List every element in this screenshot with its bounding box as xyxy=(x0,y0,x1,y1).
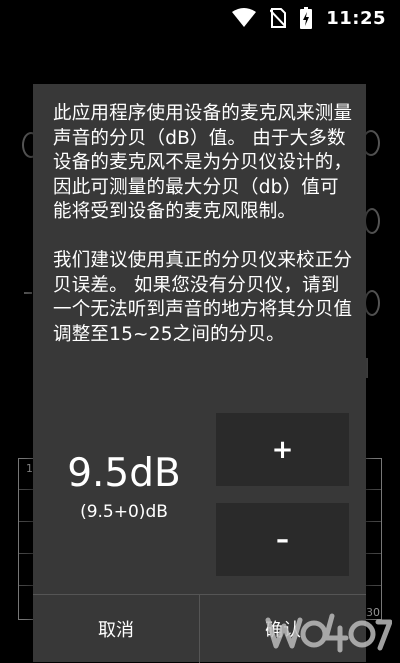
background-divider-left xyxy=(24,292,32,294)
calibration-formula: (9.5+0)dB xyxy=(80,502,168,522)
status-time: 11:25 xyxy=(326,7,386,29)
dialog-message: 此应用程序使用设备的麦克风来测量声音的分贝（dB）值。 由于大多数设备的麦克风不… xyxy=(53,102,353,347)
calibration-readout: 9.5dB (9.5+0)dB xyxy=(33,451,215,523)
calibration-dialog: 此应用程序使用设备的麦克风来测量声音的分贝（dB）值。 由于大多数设备的麦克风不… xyxy=(33,84,366,663)
status-bar: 11:25 xyxy=(0,0,400,36)
calibration-value: 9.5dB xyxy=(67,451,181,496)
increase-button[interactable]: + xyxy=(216,413,349,486)
background-gauge-ring-right-2 xyxy=(364,208,380,234)
message-paragraph-1: 此应用程序使用设备的麦克风来测量声音的分贝（dB）值。 由于大多数设备的麦克风不… xyxy=(53,103,353,222)
wifi-icon xyxy=(232,8,257,28)
background-divider xyxy=(366,358,368,378)
watermark-logo xyxy=(262,608,393,656)
background-chart-tick: 1 xyxy=(26,462,33,475)
decrease-button[interactable]: – xyxy=(216,503,349,576)
no-sim-icon xyxy=(270,8,287,28)
background-gauge-ring-right-3 xyxy=(364,290,380,316)
message-paragraph-2: 我们建议使用真正的分贝仪来校正分贝误差。 如果您没有分贝仪，请到一个无法听到声音… xyxy=(53,250,353,345)
battery-charging-icon xyxy=(300,7,313,29)
cancel-button[interactable]: 取消 xyxy=(33,595,199,663)
